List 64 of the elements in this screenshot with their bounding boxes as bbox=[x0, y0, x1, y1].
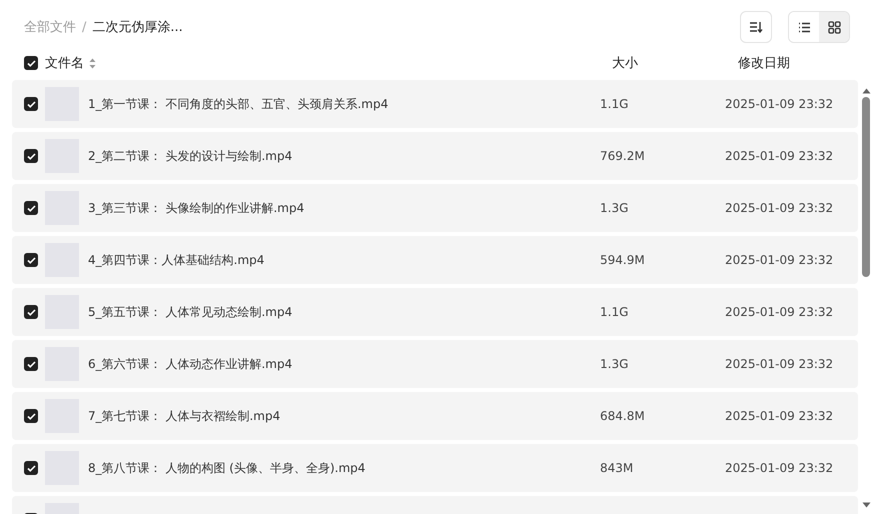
breadcrumb-link[interactable]: 二次元伪厚涂... bbox=[92, 18, 183, 36]
file-name: 8_第八节课： 人物的构图 (头像、半身、全身).mp4 bbox=[88, 460, 366, 476]
file-name: 3_第三节课： 头像绘制的作业讲解.mp4 bbox=[88, 200, 306, 216]
file-row[interactable]: 6_第六节课： 人体动态作业讲解.mp4 1.3G 2025-01-09 23:32 bbox=[12, 340, 858, 388]
file-row[interactable]: 5_第五节课： 人体常见动态绘制.mp4 1.1G 2025-01-09 23:32 bbox=[12, 288, 858, 336]
sort-icon bbox=[749, 21, 763, 33]
scrollbar-thumb[interactable] bbox=[862, 97, 870, 277]
row-checkbox[interactable] bbox=[24, 149, 38, 163]
checkmark-icon bbox=[26, 464, 36, 472]
file-row[interactable]: 8_第八节课： 人物的构图 (头像、半身、全身).mp4 843M 2025-01-09 23:32 bbox=[12, 444, 858, 492]
modified-date: 2025-01-09 23:32 bbox=[725, 149, 834, 163]
modified-date: 2025-01-09 23:32 bbox=[725, 97, 834, 111]
checkmark-icon bbox=[26, 256, 36, 264]
column-header[interactable]: 修改日期 bbox=[738, 54, 790, 72]
breadcrumb-separator: / bbox=[82, 20, 86, 34]
column-header[interactable]: 大小 bbox=[612, 54, 638, 72]
file-row[interactable]: 4_第四节课：人体基础结构.mp4 594.9M 2025-01-09 23:32 bbox=[12, 236, 858, 284]
sort-button[interactable] bbox=[740, 11, 772, 43]
file-name: 2_第二节课： 头发的设计与绘制.mp4 bbox=[88, 148, 294, 164]
row-checkbox[interactable] bbox=[24, 409, 38, 423]
file-size: 1.3G bbox=[600, 357, 630, 371]
file-size: 594.9M bbox=[600, 253, 646, 267]
modified-date: 2025-01-09 23:32 bbox=[725, 253, 834, 267]
checkmark-icon bbox=[26, 152, 36, 160]
file-name: 5_第五节课： 人体常见动态绘制.mp4 bbox=[88, 304, 294, 320]
row-checkbox[interactable] bbox=[24, 357, 38, 371]
file-name: 7_第七节课： 人体与衣褶绘制.mp4 bbox=[88, 408, 282, 424]
file-size: 1.3G bbox=[600, 201, 630, 215]
column-header[interactable]: 文件名 bbox=[45, 54, 84, 72]
file-row[interactable]: 2_第二节课： 头发的设计与绘制.mp4 769.2M 2025-01-09 23:32 bbox=[12, 132, 858, 180]
row-checkbox[interactable] bbox=[24, 201, 38, 215]
checkmark-icon bbox=[26, 204, 36, 212]
modified-date: 2025-01-09 23:32 bbox=[725, 305, 834, 319]
grid-icon bbox=[828, 20, 840, 34]
modified-date: 2025-01-09 23:32 bbox=[725, 357, 834, 371]
file-size: 843M bbox=[600, 461, 634, 475]
row-checkbox[interactable] bbox=[24, 461, 38, 475]
checkmark-icon bbox=[26, 412, 36, 420]
file-row[interactable]: 7_第七节课： 人体与衣褶绘制.mp4 684.8M 2025-01-09 23:32 bbox=[12, 392, 858, 440]
file-row[interactable]: 3_第三节课： 头像绘制的作业讲解.mp4 1.3G 2025-01-09 23:32 bbox=[12, 184, 858, 232]
checkmark-icon bbox=[26, 360, 36, 368]
modified-date: 2025-01-09 23:32 bbox=[725, 201, 834, 215]
file-size: 1.1G bbox=[600, 97, 630, 111]
grid-view-button[interactable] bbox=[819, 12, 849, 42]
checkmark-icon bbox=[26, 60, 36, 66]
file-name: 6_第六节课： 人体动态作业讲解.mp4 bbox=[88, 356, 294, 372]
checkmark-icon bbox=[26, 308, 36, 316]
file-name: 4_第四节课：人体基础结构.mp4 bbox=[88, 252, 266, 268]
file-name: 1_第一节课： 不同角度的头部、五官、头颈肩关系.mp4 bbox=[88, 96, 390, 112]
modified-date: 2025-01-09 23:32 bbox=[725, 409, 834, 423]
file-size: 769.2M bbox=[600, 149, 646, 163]
sort-arrows-icon[interactable] bbox=[89, 58, 96, 68]
scroll-down-icon[interactable] bbox=[862, 502, 870, 508]
row-checkbox[interactable] bbox=[24, 253, 38, 267]
row-checkbox[interactable] bbox=[24, 305, 38, 319]
scroll-up-icon[interactable] bbox=[862, 88, 870, 94]
row-checkbox[interactable] bbox=[24, 97, 38, 111]
select-all-checkbox[interactable] bbox=[24, 56, 38, 70]
file-size: 1.1G bbox=[600, 305, 630, 319]
file-row[interactable]: 1_第一节课： 不同角度的头部、五官、头颈肩关系.mp4 1.1G 2025-01-09 23:32 bbox=[12, 80, 858, 128]
file-size: 684.8M bbox=[600, 409, 646, 423]
list-icon bbox=[798, 22, 810, 32]
modified-date: 2025-01-09 23:32 bbox=[725, 461, 834, 475]
checkmark-icon bbox=[26, 100, 36, 108]
